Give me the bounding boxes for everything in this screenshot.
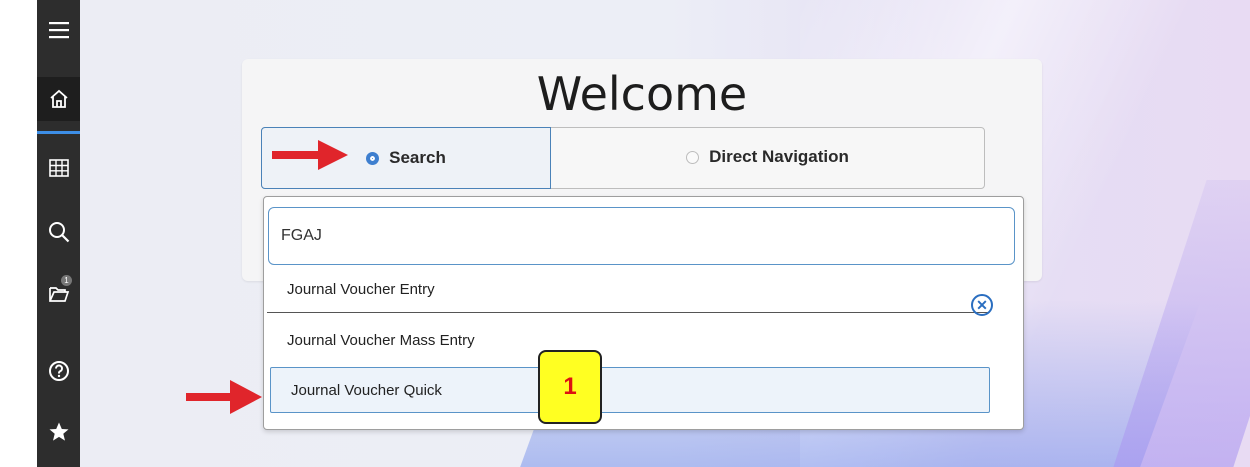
clear-search-icon[interactable]: ✕ [971, 294, 993, 316]
search-radio[interactable] [366, 151, 380, 165]
active-indicator [37, 131, 80, 134]
star-icon [49, 422, 68, 441]
search-results-list: Journal Voucher Entry Journal Voucher Ma… [267, 267, 990, 429]
menu-icon [48, 22, 69, 39]
home-icon [49, 89, 68, 108]
folder-icon [48, 287, 69, 302]
recent-count-badge: 1 [61, 275, 72, 286]
direct-navigation-option[interactable]: Direct Navigation [551, 128, 984, 186]
sidebar-item-search[interactable] [37, 210, 80, 254]
search-dropdown: Journal Voucher Entry Journal Voucher Ma… [263, 196, 1024, 430]
mode-selector: Search Direct Navigation [261, 127, 985, 189]
annotation-arrow-search [272, 140, 348, 170]
sidebar-item-home[interactable] [37, 77, 80, 121]
search-input[interactable] [268, 207, 1015, 265]
result-item-selected[interactable]: Journal Voucher Quick [270, 367, 990, 413]
result-label: Journal Voucher Mass Entry [287, 331, 475, 349]
result-label: Journal Voucher Entry [287, 281, 435, 298]
annotation-arrow-result [186, 380, 262, 414]
sidebar-item-applications[interactable] [37, 146, 80, 190]
direct-navigation-radio[interactable] [686, 150, 700, 164]
result-label: Journal Voucher Quick [291, 381, 442, 399]
grid-icon [48, 159, 69, 177]
sidebar-item-help[interactable] [37, 349, 80, 393]
result-item[interactable]: Journal Voucher Mass Entry [267, 317, 989, 363]
direct-navigation-label: Direct Navigation [709, 147, 849, 166]
help-icon [48, 361, 69, 381]
left-sidebar: 1 [37, 0, 80, 467]
search-mode-label: Search [389, 148, 446, 167]
search-icon [48, 222, 69, 243]
screenshot-canvas: 1 Welcome Search Direct Navigation FGAJ … [0, 0, 1250, 467]
step-number-callout: 1 [538, 350, 602, 424]
menu-button[interactable] [37, 8, 80, 52]
welcome-title: Welcome [536, 67, 748, 121]
result-item[interactable]: Journal Voucher Entry [267, 267, 989, 313]
sidebar-item-favorites[interactable] [37, 410, 80, 454]
sidebar-item-recent[interactable]: 1 [37, 271, 80, 315]
